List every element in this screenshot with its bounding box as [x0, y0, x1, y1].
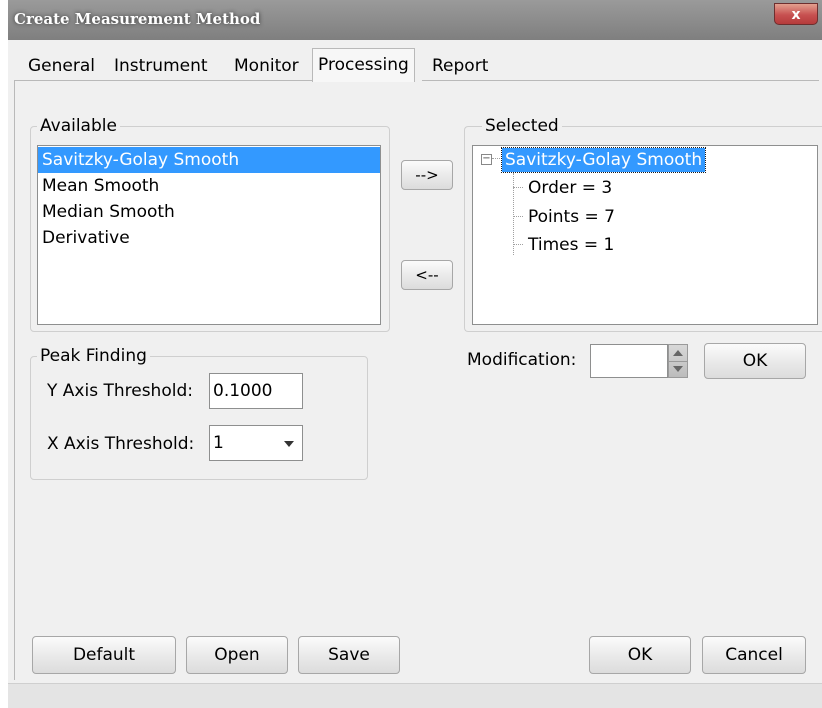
tree-connector: [513, 216, 523, 217]
available-item-median-smooth[interactable]: Median Smooth: [38, 199, 175, 225]
tree-expander-icon[interactable]: −: [481, 154, 492, 165]
modification-ok-button[interactable]: OK: [704, 343, 806, 379]
tree-branch-line: [513, 173, 514, 255]
modification-label: Modification:: [467, 350, 577, 370]
selected-group-label: Selected: [482, 116, 562, 136]
spin-up-icon[interactable]: [673, 350, 683, 356]
close-icon: x: [791, 7, 801, 23]
y-axis-threshold-label: Y Axis Threshold:: [47, 381, 193, 401]
available-item-savitzky-golay[interactable]: Savitzky-Golay Smooth: [38, 147, 380, 173]
title-bar[interactable]: Create Measurement Method x: [8, 0, 822, 40]
available-group: Available Savitzky-Golay Smooth Mean Smo…: [30, 116, 390, 332]
remove-from-selected-button[interactable]: <--: [401, 260, 453, 290]
ok-button[interactable]: OK: [589, 636, 691, 674]
tree-connector: [492, 158, 500, 159]
chevron-down-icon[interactable]: [284, 441, 294, 447]
tree-root-node[interactable]: Savitzky-Golay Smooth: [500, 147, 707, 173]
peak-finding-group: Peak Finding Y Axis Threshold: 0.1000 X …: [30, 346, 368, 480]
dialog-window: Create Measurement Method x General Inst…: [8, 0, 822, 708]
tree-child-times[interactable]: Times = 1: [528, 232, 614, 258]
tab-panel-border-left: [15, 80, 313, 81]
tree-child-points[interactable]: Points = 7: [528, 204, 615, 230]
x-axis-threshold-label: X Axis Threshold:: [47, 434, 195, 454]
tree-connector: [513, 244, 523, 245]
open-button[interactable]: Open: [186, 636, 288, 674]
available-list[interactable]: Savitzky-Golay Smooth Mean Smooth Median…: [37, 145, 381, 325]
save-button[interactable]: Save: [298, 636, 400, 674]
window-title: Create Measurement Method: [14, 10, 261, 28]
available-item-mean-smooth[interactable]: Mean Smooth: [38, 173, 159, 199]
modification-input[interactable]: [590, 344, 668, 378]
modification-spinner[interactable]: [668, 344, 688, 378]
close-button[interactable]: x: [774, 3, 818, 25]
tab-monitor[interactable]: Monitor: [230, 54, 303, 78]
spin-down-icon[interactable]: [673, 366, 683, 372]
available-group-label: Available: [37, 116, 120, 136]
tab-panel-left-edge: [14, 80, 15, 680]
selected-tree[interactable]: − Savitzky-Golay Smooth Order = 3 Points…: [472, 145, 818, 325]
available-item-derivative[interactable]: Derivative: [38, 225, 130, 251]
tab-processing[interactable]: Processing: [312, 48, 415, 82]
tree-connector: [513, 187, 523, 188]
x-axis-threshold-value: 1: [213, 433, 224, 453]
spin-divider: [669, 361, 687, 362]
tab-report[interactable]: Report: [428, 54, 492, 78]
collapse-icon: −: [482, 153, 491, 164]
status-bar: [8, 683, 822, 708]
y-axis-threshold-input[interactable]: 0.1000: [209, 373, 303, 409]
selected-group: Selected − Savitzky-Golay Smooth Order =…: [464, 116, 822, 332]
tree-child-order[interactable]: Order = 3: [528, 175, 612, 201]
tab-panel-border-right: [422, 80, 819, 81]
x-axis-threshold-select[interactable]: 1: [209, 425, 303, 461]
cancel-button[interactable]: Cancel: [702, 636, 806, 674]
default-button[interactable]: Default: [32, 636, 176, 674]
tab-instrument[interactable]: Instrument: [110, 54, 212, 78]
tab-general[interactable]: General: [24, 54, 99, 78]
peak-finding-group-label: Peak Finding: [37, 346, 150, 366]
add-to-selected-button[interactable]: -->: [401, 160, 453, 190]
